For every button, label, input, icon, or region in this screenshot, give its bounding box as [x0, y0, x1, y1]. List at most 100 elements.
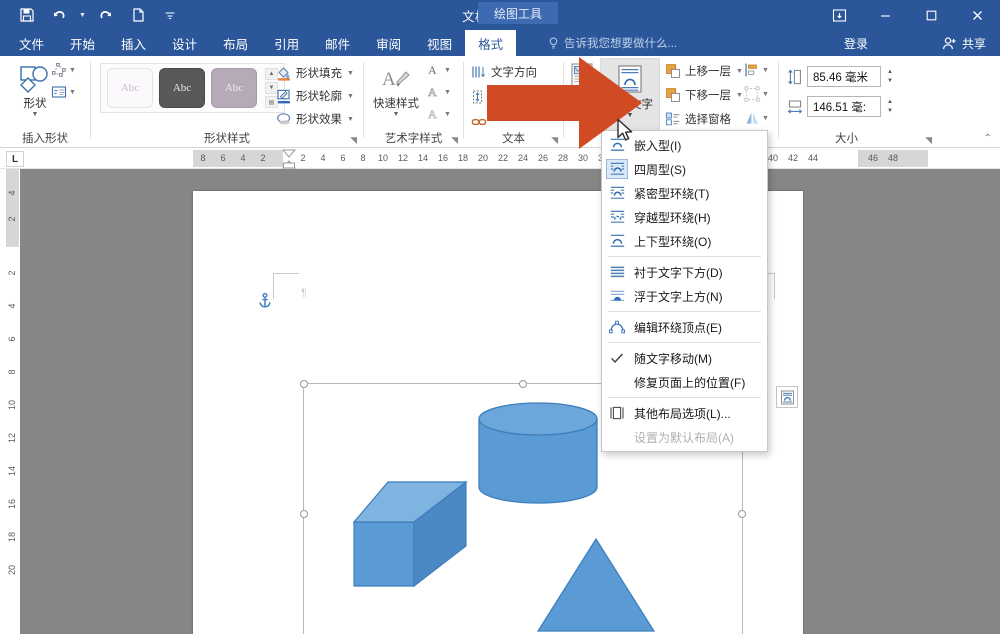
menu-item-fix-position-on-page[interactable]: 修复页面上的位置(F) — [602, 370, 767, 394]
height-up-icon[interactable]: ▲ — [887, 69, 893, 75]
vertical-ruler[interactable]: 4 2 2 4 6 8 10 12 14 16 18 20 — [0, 169, 20, 634]
group-wordart-styles: A 快速样式 ▼ A ▼ A ▼ A ▼ ◥ 艺术字样式 — [364, 56, 463, 148]
shape-fill-dropdown-icon[interactable]: ▼ — [347, 70, 354, 77]
quick-styles-dropdown-icon[interactable]: ▼ — [393, 111, 400, 118]
menu-item-tight[interactable]: 紧密型环绕(T) — [602, 181, 767, 205]
text-fill-dropdown-icon[interactable]: ▼ — [444, 67, 451, 74]
bring-forward-dropdown-icon[interactable]: ▼ — [736, 68, 743, 75]
tab-file[interactable]: 文件 — [6, 30, 57, 56]
save-icon[interactable] — [12, 2, 42, 28]
tab-format[interactable]: 格式 — [465, 30, 516, 56]
tab-view[interactable]: 视图 — [414, 30, 465, 56]
tab-review[interactable]: 审阅 — [363, 30, 414, 56]
document-canvas[interactable]: ¶ — [20, 169, 1000, 634]
close-icon[interactable] — [954, 0, 1000, 30]
text-effects-button[interactable]: A ▼ — [426, 106, 451, 122]
tab-design[interactable]: 设计 — [159, 30, 210, 56]
text-box-dropdown-icon[interactable]: ▼ — [69, 89, 76, 96]
shape-outline-dropdown-icon[interactable]: ▼ — [347, 93, 354, 100]
resize-handle-middle-right[interactable] — [738, 510, 746, 518]
tab-home[interactable]: 开始 — [57, 30, 108, 56]
share-button[interactable]: 共享 — [942, 30, 986, 56]
resize-handle-top-center[interactable] — [519, 380, 527, 388]
quick-styles-button[interactable]: A 快速样式 ▼ — [370, 62, 422, 118]
group-objects-dropdown-icon[interactable]: ▼ — [762, 91, 769, 98]
customize-qat-icon[interactable] — [155, 2, 185, 28]
selection-pane-button[interactable]: 选择窗格 — [665, 111, 731, 127]
menu-item-in-front-of-text[interactable]: 浮于文字上方(N) — [602, 284, 767, 308]
cube-shape[interactable] — [352, 480, 468, 588]
menu-item-label: 随文字移动(M) — [634, 350, 712, 367]
shape-effects-dropdown-icon[interactable]: ▼ — [347, 116, 354, 123]
resize-handle-middle-left[interactable] — [300, 510, 308, 518]
shapes-dropdown-icon[interactable]: ▼ — [32, 111, 39, 118]
text-outline-icon: A — [426, 84, 442, 100]
menu-item-top-and-bottom[interactable]: 上下型环绕(O) — [602, 229, 767, 253]
edit-shape-button[interactable]: ▼ — [51, 62, 76, 78]
menu-item-more-layout-options[interactable]: 其他布局选项(L)... — [602, 401, 767, 425]
tab-stop-selector[interactable]: L — [6, 151, 24, 167]
text-box-button[interactable]: ▼ — [51, 84, 76, 100]
text-effects-dropdown-icon[interactable]: ▼ — [444, 111, 451, 118]
redo-icon[interactable] — [91, 2, 121, 28]
edit-shape-icon — [51, 62, 67, 78]
width-up-icon[interactable]: ▲ — [887, 99, 893, 105]
vruler-tick: 16 — [7, 499, 17, 509]
shape-width-input[interactable]: 146.51 毫: — [807, 96, 881, 117]
shape-style-preset-2[interactable]: Abc — [159, 68, 205, 108]
indent-markers[interactable] — [281, 149, 297, 169]
shape-height-input[interactable]: 85.46 毫米 — [807, 66, 881, 87]
shape-effects-button[interactable]: 形状效果 ▼ — [276, 111, 354, 127]
text-outline-dropdown-icon[interactable]: ▼ — [444, 89, 451, 96]
menu-item-label: 四周型(S) — [634, 161, 686, 178]
collapse-ribbon-icon[interactable]: ⌃ — [984, 133, 992, 144]
rotate-objects-dropdown-icon[interactable]: ▼ — [762, 115, 769, 122]
maximize-icon[interactable] — [908, 0, 954, 30]
shape-style-gallery[interactable]: Abc Abc Abc ▲ ▼ ▤ — [100, 63, 285, 113]
tab-insert[interactable]: 插入 — [108, 30, 159, 56]
undo-dropdown-icon[interactable]: ▼ — [76, 2, 89, 28]
sign-in-button[interactable]: 登录 — [844, 30, 868, 56]
horizontal-ruler[interactable]: L 8 6 4 2 2 4 6 8 10 12 14 16 18 20 22 2… — [0, 149, 1000, 169]
cylinder-shape[interactable] — [477, 401, 599, 511]
bring-forward-button[interactable]: 上移一层 ▼ — [665, 63, 743, 79]
new-document-icon[interactable] — [123, 2, 153, 28]
text-fill-button[interactable]: A ▼ — [426, 62, 451, 78]
shape-style-preset-3[interactable]: Abc — [211, 68, 257, 108]
align-objects-dropdown-icon[interactable]: ▼ — [762, 67, 769, 74]
shape-height-stepper[interactable]: ▲▼ — [884, 66, 896, 87]
tab-references[interactable]: 引用 — [261, 30, 312, 56]
menu-item-move-with-text[interactable]: 随文字移动(M) — [602, 346, 767, 370]
align-objects-button[interactable]: ▼ — [744, 62, 769, 78]
undo-icon[interactable] — [44, 2, 74, 28]
height-down-icon[interactable]: ▼ — [887, 78, 893, 84]
shape-fill-button[interactable]: 形状填充 ▼ — [276, 65, 354, 81]
wrap-text-dropdown-menu[interactable]: 嵌入型(I) 四周型(S) 紧密型环绕(T) 穿越型环绕(H) 上下型环绕(O) — [601, 130, 768, 452]
shape-outline-button[interactable]: 形状轮廓 ▼ — [276, 88, 354, 104]
width-down-icon[interactable]: ▼ — [887, 108, 893, 114]
edit-shape-dropdown-icon[interactable]: ▼ — [69, 67, 76, 74]
send-backward-dropdown-icon[interactable]: ▼ — [736, 92, 743, 99]
tab-layout[interactable]: 布局 — [210, 30, 261, 56]
minimize-icon[interactable] — [862, 0, 908, 30]
menu-item-through[interactable]: 穿越型环绕(H) — [602, 205, 767, 229]
menu-item-edit-wrap-points[interactable]: 编辑环绕顶点(E) — [602, 315, 767, 339]
create-link-button[interactable] — [471, 114, 487, 130]
text-outline-button[interactable]: A ▼ — [426, 84, 451, 100]
group-objects-button[interactable]: ▼ — [744, 86, 769, 102]
vruler-tick: 20 — [7, 565, 17, 575]
layout-options-button[interactable] — [776, 386, 798, 408]
triangle-shape[interactable] — [536, 537, 656, 633]
shape-style-preset-1[interactable]: Abc — [107, 68, 153, 108]
shape-width-stepper[interactable]: ▲▼ — [884, 96, 896, 117]
tell-me-search[interactable]: 告诉我您想要做什么... — [548, 30, 677, 56]
ribbon-display-options-icon[interactable] — [816, 0, 862, 30]
send-backward-button[interactable]: 下移一层 ▼ — [665, 87, 743, 103]
resize-handle-top-left[interactable] — [300, 380, 308, 388]
menu-item-square[interactable]: 四周型(S) — [602, 157, 767, 181]
menu-item-behind-text[interactable]: 衬于文字下方(D) — [602, 260, 767, 284]
no-icon — [606, 372, 628, 392]
rotate-objects-button[interactable]: ▼ — [744, 110, 769, 126]
horizontal-ruler-track[interactable]: 8 6 4 2 2 4 6 8 10 12 14 16 18 20 22 24 … — [193, 150, 993, 167]
tab-mailings[interactable]: 邮件 — [312, 30, 363, 56]
